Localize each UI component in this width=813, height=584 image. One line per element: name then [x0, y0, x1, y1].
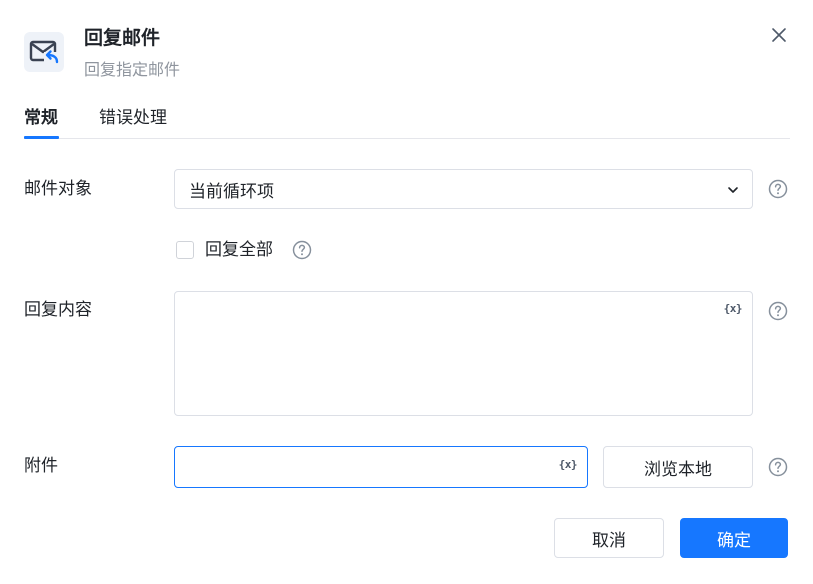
- dialog-subtitle: 回复指定邮件: [84, 60, 181, 79]
- attachment-input[interactable]: {x}: [174, 446, 588, 488]
- close-icon: [772, 28, 786, 42]
- attachment-help-icon[interactable]: [768, 457, 788, 477]
- mail-reply-icon: [24, 32, 64, 72]
- reply-all-checkbox[interactable]: [176, 241, 194, 259]
- reply-content-textarea[interactable]: {x}: [174, 291, 753, 416]
- attachment-label: 附件: [24, 456, 58, 476]
- tab-error-handling-label: 错误处理: [99, 108, 167, 128]
- reply-all-label: 回复全部: [205, 240, 273, 260]
- tab-general-label: 常规: [24, 108, 58, 128]
- reply-content-variable-button[interactable]: {x}: [724, 302, 743, 315]
- tab-general[interactable]: 常规: [24, 106, 58, 130]
- browse-local-button[interactable]: 浏览本地: [603, 446, 753, 488]
- confirm-button[interactable]: 确定: [680, 518, 788, 558]
- reply-all-help-icon[interactable]: [292, 240, 312, 260]
- active-tab-indicator: [24, 136, 59, 139]
- cancel-button[interactable]: 取消: [554, 518, 664, 558]
- reply-content-label: 回复内容: [24, 300, 92, 320]
- close-button[interactable]: [768, 24, 790, 46]
- attachment-variable-button[interactable]: {x}: [559, 458, 578, 471]
- mail-object-label: 邮件对象: [24, 179, 92, 199]
- tab-bar: 常规 错误处理: [24, 104, 790, 139]
- reply-content-help-icon[interactable]: [768, 301, 788, 321]
- chevron-down-icon: [728, 187, 738, 193]
- mail-object-select[interactable]: 当前循环项: [174, 169, 753, 209]
- tab-error-handling[interactable]: 错误处理: [99, 106, 167, 130]
- mail-object-help-icon[interactable]: [768, 179, 788, 199]
- mail-object-value: 当前循环项: [189, 181, 274, 202]
- dialog-title: 回复邮件: [84, 27, 161, 49]
